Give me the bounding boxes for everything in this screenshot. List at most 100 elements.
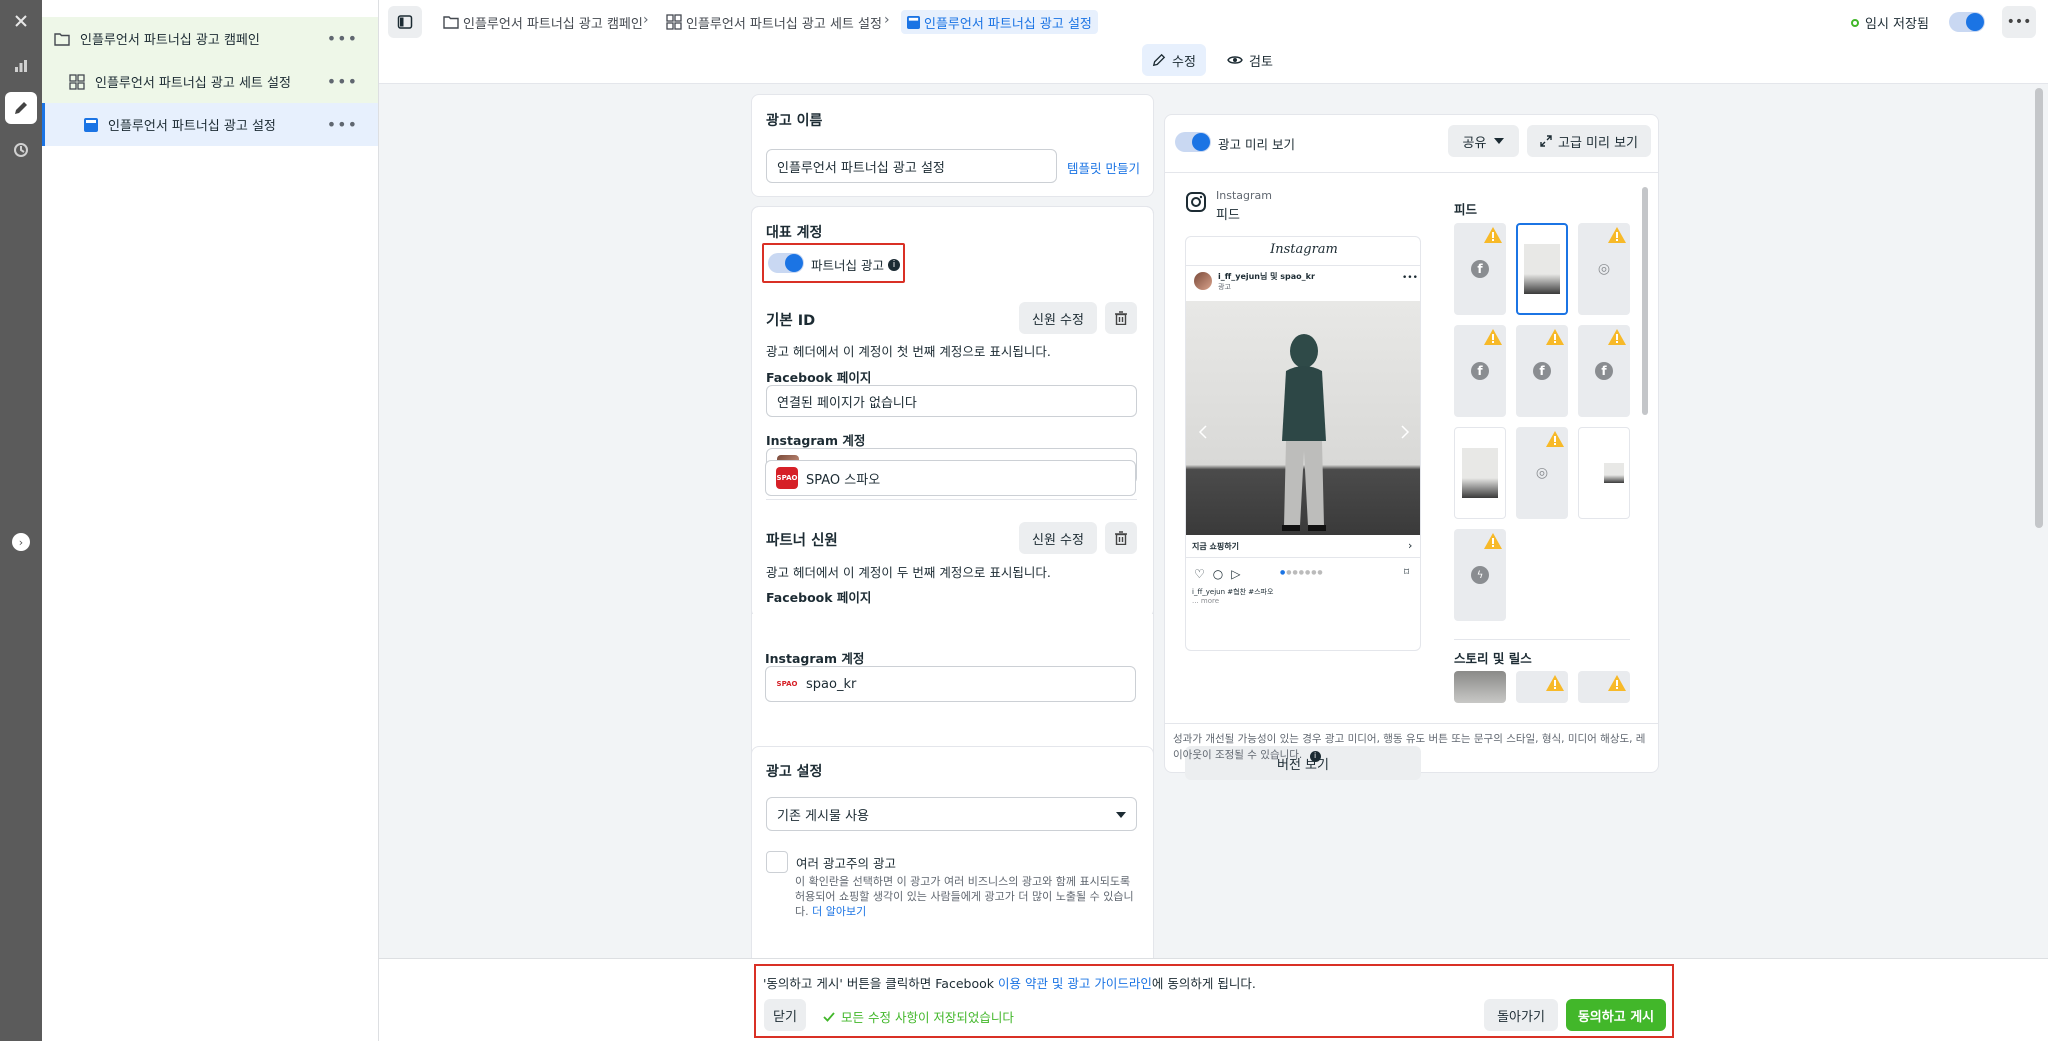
partnership-label-text: 파트너십 광고	[811, 258, 884, 273]
chart-icon[interactable]	[5, 50, 37, 82]
expand-chevron-icon[interactable]: ›	[12, 533, 30, 551]
messenger-icon: ϟ	[1471, 566, 1489, 584]
breadcrumb-label: 인플루언서 파트너십 광고 설정	[924, 16, 1092, 32]
close-button[interactable]: 닫기	[764, 999, 806, 1031]
instagram-icon: ◎	[1535, 465, 1549, 481]
preview-panel: 광고 미리 보기 공유 고급 미리 보기 Instagram 피드 Instag…	[1164, 114, 1659, 780]
close-icon[interactable]	[5, 5, 37, 37]
avatar	[1194, 272, 1212, 290]
back-button[interactable]: 돌아가기	[1484, 999, 1558, 1031]
placement-platform: Instagram	[1216, 189, 1272, 202]
agree-and-publish-button[interactable]: 동의하고 게시	[1566, 999, 1666, 1031]
divider	[1186, 557, 1420, 558]
main-editor-area: 광고 이름 인플루언서 파트너십 광고 설정 템플릿 만들기 대표 계정 파트너…	[379, 84, 2032, 1030]
folder-icon	[54, 32, 70, 46]
identity-card: 대표 계정 파트너십 광고 i 기본 ID 신원 수정 광고 헤더에서 이 계정…	[751, 206, 1154, 618]
placement-stories-2[interactable]	[1516, 671, 1568, 703]
tab-review[interactable]: 검토	[1217, 44, 1283, 76]
creative-source-select[interactable]: 기존 게시물 사용	[766, 797, 1137, 831]
placement-facebook-video-feed[interactable]: f	[1516, 325, 1568, 417]
edit-pencil-icon[interactable]	[5, 92, 37, 124]
ad-icon	[907, 15, 920, 29]
comment-icon: ○	[1212, 567, 1224, 581]
placement-instagram-profile-feed[interactable]: ◎	[1516, 427, 1568, 519]
edit-identity-button[interactable]: 신원 수정	[1019, 302, 1097, 334]
info-icon[interactable]: i	[1309, 750, 1321, 762]
partner-id-title: 파트너 신원	[766, 533, 838, 549]
post-caption: i_ff_yejun #협찬 #스파오	[1192, 588, 1274, 596]
breadcrumb-campaign[interactable]: 인플루언서 파트너십 광고 캠페인	[443, 10, 643, 34]
tree-item-ad[interactable]: 인플루언서 파트너십 광고 설정 •••	[42, 103, 378, 146]
edit-partner-identity-button[interactable]: 신원 수정	[1019, 522, 1097, 554]
ad-name-card: 광고 이름 인플루언서 파트너십 광고 설정 템플릿 만들기	[751, 94, 1154, 197]
tree-item-campaign[interactable]: 인플루언서 파트너십 광고 캠페인 •••	[42, 17, 378, 60]
placement-facebook-right-column[interactable]: f	[1578, 325, 1630, 417]
history-clock-icon[interactable]	[5, 134, 37, 166]
advanced-preview-button[interactable]: 고급 미리 보기	[1527, 125, 1651, 157]
shop-now-cta: 지금 쇼핑하기	[1192, 542, 1239, 551]
save-status: 임시 저장됨	[1851, 13, 1929, 32]
create-template-link[interactable]: 템플릿 만들기	[1067, 158, 1140, 177]
facebook-icon: f	[1471, 260, 1489, 278]
instagram-post-preview: Instagram i_ff_yejun님 및 spao_kr 광고 ••• 지…	[1185, 236, 1421, 651]
placement-messenger-inbox[interactable]: ϟ	[1454, 529, 1506, 621]
more-options-icon[interactable]: •••	[327, 72, 358, 91]
trash-icon[interactable]	[1105, 522, 1137, 554]
info-icon[interactable]: i	[887, 258, 900, 271]
fb-page-select[interactable]: 연결된 페이지가 없습니다	[766, 385, 1137, 417]
placement-stories-3[interactable]	[1578, 671, 1630, 703]
warning-icon	[1608, 329, 1626, 345]
thumbnail-scrollbar[interactable]	[1642, 187, 1648, 415]
more-options-icon[interactable]: •••	[327, 29, 358, 48]
facebook-icon: f	[1595, 362, 1613, 380]
partner-desc: 광고 헤더에서 이 계정이 두 번째 계정으로 표시됩니다.	[766, 565, 1051, 580]
card-title: 광고 설정	[766, 764, 823, 780]
stories-header: 스토리 및 릴스	[1454, 651, 1532, 666]
warning-icon	[1484, 227, 1502, 243]
placement-threads-feed[interactable]	[1578, 427, 1630, 519]
saved-text: 모든 수정 사항이 저장되었습니다	[841, 1010, 1014, 1025]
pencil-icon	[1152, 53, 1166, 67]
learn-more-link[interactable]: 더 알아보기	[812, 905, 866, 918]
draft-toggle[interactable]	[1949, 12, 1985, 32]
primary-desc: 광고 헤더에서 이 계정이 첫 번째 계정으로 표시됩니다.	[766, 344, 1051, 359]
card-title: 대표 계정	[766, 225, 823, 241]
tree-item-adset[interactable]: 인플루언서 파트너십 광고 세트 설정 •••	[42, 60, 378, 103]
ad-name-input[interactable]: 인플루언서 파트너십 광고 설정	[766, 149, 1057, 183]
main-scrollbar[interactable]	[2032, 84, 2048, 958]
terms-link[interactable]: 이용 약관 및 광고 가이드라인	[998, 976, 1152, 991]
tab-edit[interactable]: 수정	[1142, 44, 1206, 76]
more-options-icon[interactable]: •••	[327, 115, 358, 134]
share-icon: ▷	[1231, 567, 1241, 581]
multi-advertiser-checkbox[interactable]	[766, 851, 788, 873]
share-button[interactable]: 공유	[1448, 125, 1519, 157]
placement-facebook-feed[interactable]: f	[1454, 223, 1506, 315]
warning-icon	[1484, 329, 1502, 345]
more-options-icon[interactable]: •••	[2002, 6, 2036, 38]
partner-ig-account-select[interactable]: SPAO spao_kr	[765, 666, 1136, 702]
breadcrumb-adset[interactable]: 인플루언서 파트너십 광고 세트 설정	[666, 10, 882, 34]
partnership-toggle[interactable]	[768, 253, 804, 273]
trash-icon[interactable]	[1105, 302, 1137, 334]
post-sponsored-label: 광고	[1218, 283, 1231, 291]
top-bar: 인플루언서 파트너십 광고 캠페인 › 인플루언서 파트너십 광고 세트 설정 …	[379, 0, 2048, 84]
preview-toggle[interactable]	[1175, 132, 1211, 152]
expand-icon	[1540, 135, 1552, 147]
warning-icon	[1484, 533, 1502, 549]
bookmark-icon: ⌑	[1404, 567, 1410, 578]
placement-facebook-marketplace[interactable]: f	[1454, 325, 1506, 417]
placement-instagram-feed-selected[interactable]	[1516, 223, 1568, 315]
breadcrumb-ad[interactable]: 인플루언서 파트너십 광고 설정	[901, 10, 1098, 34]
fb-page-label: Facebook 페이지	[766, 590, 872, 605]
warning-icon	[1546, 675, 1564, 691]
terms-notice: '동의하고 게시' 버튼을 클릭하면 Facebook 이용 약관 및 광고 가…	[763, 973, 1256, 992]
placement-stories-1[interactable]	[1454, 671, 1506, 703]
terms-text-pre: '동의하고 게시' 버튼을 클릭하면 Facebook	[763, 976, 998, 991]
partner-fb-page-select[interactable]: SPAO SPAO 스파오	[765, 460, 1136, 496]
chevron-right-icon: ›	[884, 12, 890, 28]
status-dot-icon	[1851, 18, 1859, 27]
structure-tree-panel: 인플루언서 파트너십 광고 캠페인 ••• 인플루언서 파트너십 광고 세트 설…	[42, 0, 379, 1041]
sidebar-toggle-icon[interactable]	[388, 6, 422, 38]
placement-instagram-explore[interactable]: ◎	[1578, 223, 1630, 315]
placement-facebook-business-explore[interactable]	[1454, 427, 1506, 519]
